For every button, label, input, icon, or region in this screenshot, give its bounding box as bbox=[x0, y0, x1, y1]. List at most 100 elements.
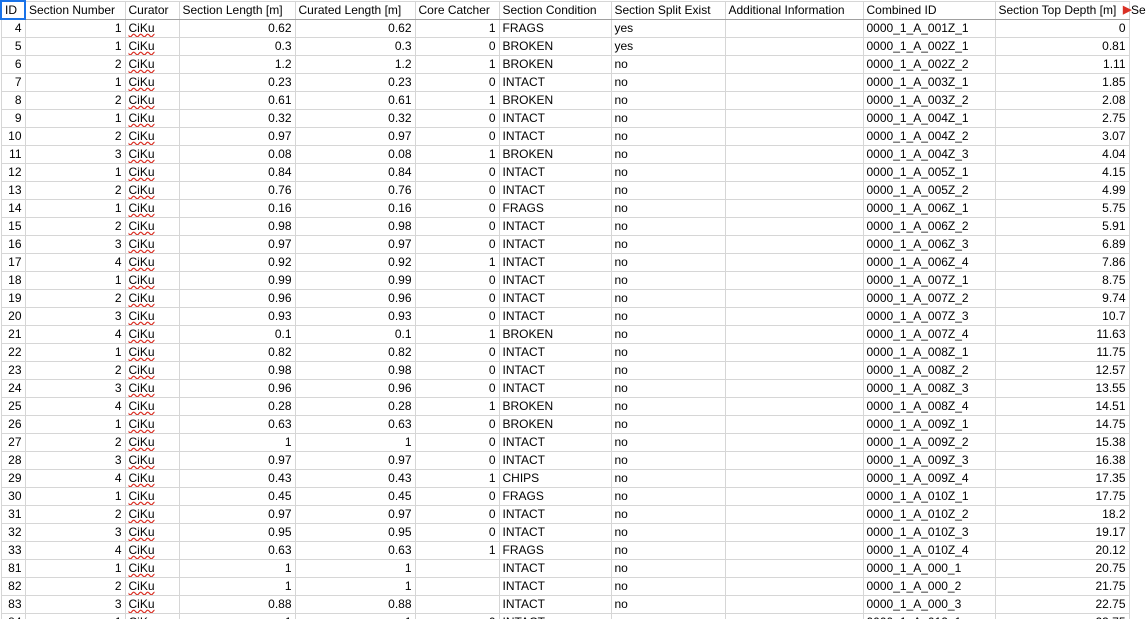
cell[interactable]: INTACT bbox=[499, 523, 611, 541]
cell[interactable] bbox=[725, 613, 863, 619]
cell[interactable]: BROKEN bbox=[499, 37, 611, 55]
cell[interactable]: 17 bbox=[1, 253, 25, 271]
cell[interactable]: 0000_1_A_008Z_3 bbox=[863, 379, 995, 397]
cell[interactable] bbox=[725, 127, 863, 145]
cell[interactable]: 18 bbox=[1, 271, 25, 289]
cell[interactable]: 1 bbox=[295, 559, 415, 577]
cell[interactable]: 0.82 bbox=[179, 343, 295, 361]
cell[interactable]: INTACT bbox=[499, 127, 611, 145]
cell[interactable]: 1.2 bbox=[295, 55, 415, 73]
col-header-7[interactable]: Section Split Exist bbox=[611, 1, 725, 19]
cell[interactable]: 1 bbox=[25, 19, 125, 37]
cell[interactable]: 0.95 bbox=[179, 523, 295, 541]
cell[interactable]: no bbox=[611, 541, 725, 559]
cell[interactable] bbox=[725, 505, 863, 523]
cell[interactable]: INTACT bbox=[499, 217, 611, 235]
cell[interactable]: 1 bbox=[25, 613, 125, 619]
cell[interactable]: 0.63 bbox=[295, 415, 415, 433]
cell[interactable]: 0.1 bbox=[179, 325, 295, 343]
cell[interactable]: 0 bbox=[415, 343, 499, 361]
cell[interactable]: 2 bbox=[25, 289, 125, 307]
cell[interactable]: no bbox=[611, 505, 725, 523]
cell[interactable] bbox=[725, 73, 863, 91]
cell[interactable]: 30 bbox=[1, 487, 25, 505]
cell[interactable]: CiKu bbox=[125, 109, 179, 127]
cell[interactable]: 18.2 bbox=[995, 505, 1129, 523]
col-header-2[interactable]: Curator bbox=[125, 1, 179, 19]
cell[interactable]: no bbox=[611, 73, 725, 91]
cell[interactable]: 4 bbox=[25, 253, 125, 271]
cell[interactable]: 0.84 bbox=[179, 163, 295, 181]
cell[interactable]: 0 bbox=[415, 109, 499, 127]
table-row[interactable]: 121CiKu0.840.840INTACTno0000_1_A_005Z_14… bbox=[1, 163, 1129, 181]
cell[interactable]: 9 bbox=[1, 109, 25, 127]
cell[interactable]: 0000_1_A_004Z_2 bbox=[863, 127, 995, 145]
cell[interactable]: 13.55 bbox=[995, 379, 1129, 397]
cell[interactable] bbox=[725, 379, 863, 397]
col-header-9[interactable]: Combined ID bbox=[863, 1, 995, 19]
cell[interactable]: 0000_1_A_008Z_4 bbox=[863, 397, 995, 415]
cell[interactable]: 23.75 bbox=[995, 613, 1129, 619]
cell[interactable]: 17.35 bbox=[995, 469, 1129, 487]
cell[interactable]: 0.92 bbox=[179, 253, 295, 271]
cell[interactable]: 0 bbox=[415, 307, 499, 325]
cell[interactable]: 0.3 bbox=[179, 37, 295, 55]
cell[interactable] bbox=[415, 577, 499, 595]
spreadsheet-grid[interactable]: IDSection NumberCuratorSection Length [m… bbox=[0, 0, 1130, 619]
cell[interactable]: 0000_1_A_010Z_1 bbox=[863, 487, 995, 505]
cell[interactable]: CiKu bbox=[125, 19, 179, 37]
cell[interactable]: 0 bbox=[415, 37, 499, 55]
cell[interactable]: no bbox=[611, 271, 725, 289]
cell[interactable]: 10.7 bbox=[995, 307, 1129, 325]
table-row[interactable]: 822CiKu11INTACTno0000_1_A_000_221.75 bbox=[1, 577, 1129, 595]
cell[interactable]: CiKu bbox=[125, 163, 179, 181]
cell[interactable]: 2 bbox=[25, 91, 125, 109]
cell[interactable]: 0.23 bbox=[295, 73, 415, 91]
cell[interactable]: 0.63 bbox=[179, 415, 295, 433]
table-row[interactable]: 192CiKu0.960.960INTACTno0000_1_A_007Z_29… bbox=[1, 289, 1129, 307]
cell[interactable]: 5.75 bbox=[995, 199, 1129, 217]
cell[interactable]: CiKu bbox=[125, 469, 179, 487]
cell[interactable]: 11 bbox=[1, 145, 25, 163]
cell[interactable] bbox=[725, 145, 863, 163]
cell[interactable]: 14.75 bbox=[995, 415, 1129, 433]
cell[interactable]: 0.93 bbox=[179, 307, 295, 325]
table-row[interactable]: 163CiKu0.970.970INTACTno0000_1_A_006Z_36… bbox=[1, 235, 1129, 253]
cell[interactable]: 2 bbox=[25, 55, 125, 73]
cell[interactable]: INTACT bbox=[499, 613, 611, 619]
cell[interactable]: 1 bbox=[25, 559, 125, 577]
cell[interactable]: 1 bbox=[179, 433, 295, 451]
cell[interactable]: 3 bbox=[25, 451, 125, 469]
cell[interactable]: 20.12 bbox=[995, 541, 1129, 559]
cell[interactable]: 4 bbox=[25, 325, 125, 343]
cell[interactable]: 0000_1_A_010Z_3 bbox=[863, 523, 995, 541]
cell[interactable]: 1 bbox=[415, 253, 499, 271]
cell[interactable]: CiKu bbox=[125, 127, 179, 145]
cell[interactable]: 0.97 bbox=[179, 127, 295, 145]
col-header-4[interactable]: Curated Length [m] bbox=[295, 1, 415, 19]
cell[interactable] bbox=[725, 343, 863, 361]
cell[interactable]: 23 bbox=[1, 361, 25, 379]
cell[interactable]: FRAGS bbox=[499, 199, 611, 217]
cell[interactable]: 3 bbox=[25, 307, 125, 325]
cell[interactable]: 26 bbox=[1, 415, 25, 433]
cell[interactable]: 16 bbox=[1, 235, 25, 253]
cell[interactable]: 0.43 bbox=[295, 469, 415, 487]
table-row[interactable]: 221CiKu0.820.820INTACTno0000_1_A_008Z_11… bbox=[1, 343, 1129, 361]
table-row[interactable]: 141CiKu0.160.160FRAGSno0000_1_A_006Z_15.… bbox=[1, 199, 1129, 217]
cell[interactable]: 3 bbox=[25, 235, 125, 253]
cell[interactable] bbox=[415, 559, 499, 577]
cell[interactable]: 1 bbox=[179, 613, 295, 619]
cell[interactable]: 0 bbox=[415, 451, 499, 469]
cell[interactable]: 0.23 bbox=[179, 73, 295, 91]
cell[interactable]: 0.63 bbox=[295, 541, 415, 559]
cell[interactable]: CiKu bbox=[125, 37, 179, 55]
cell[interactable]: CiKu bbox=[125, 541, 179, 559]
cell[interactable]: 0.45 bbox=[295, 487, 415, 505]
cell[interactable]: no bbox=[611, 379, 725, 397]
cell[interactable]: 1 bbox=[415, 145, 499, 163]
cell[interactable]: no bbox=[611, 523, 725, 541]
cell[interactable]: no bbox=[611, 433, 725, 451]
cell[interactable]: 10 bbox=[1, 127, 25, 145]
cell[interactable] bbox=[725, 37, 863, 55]
